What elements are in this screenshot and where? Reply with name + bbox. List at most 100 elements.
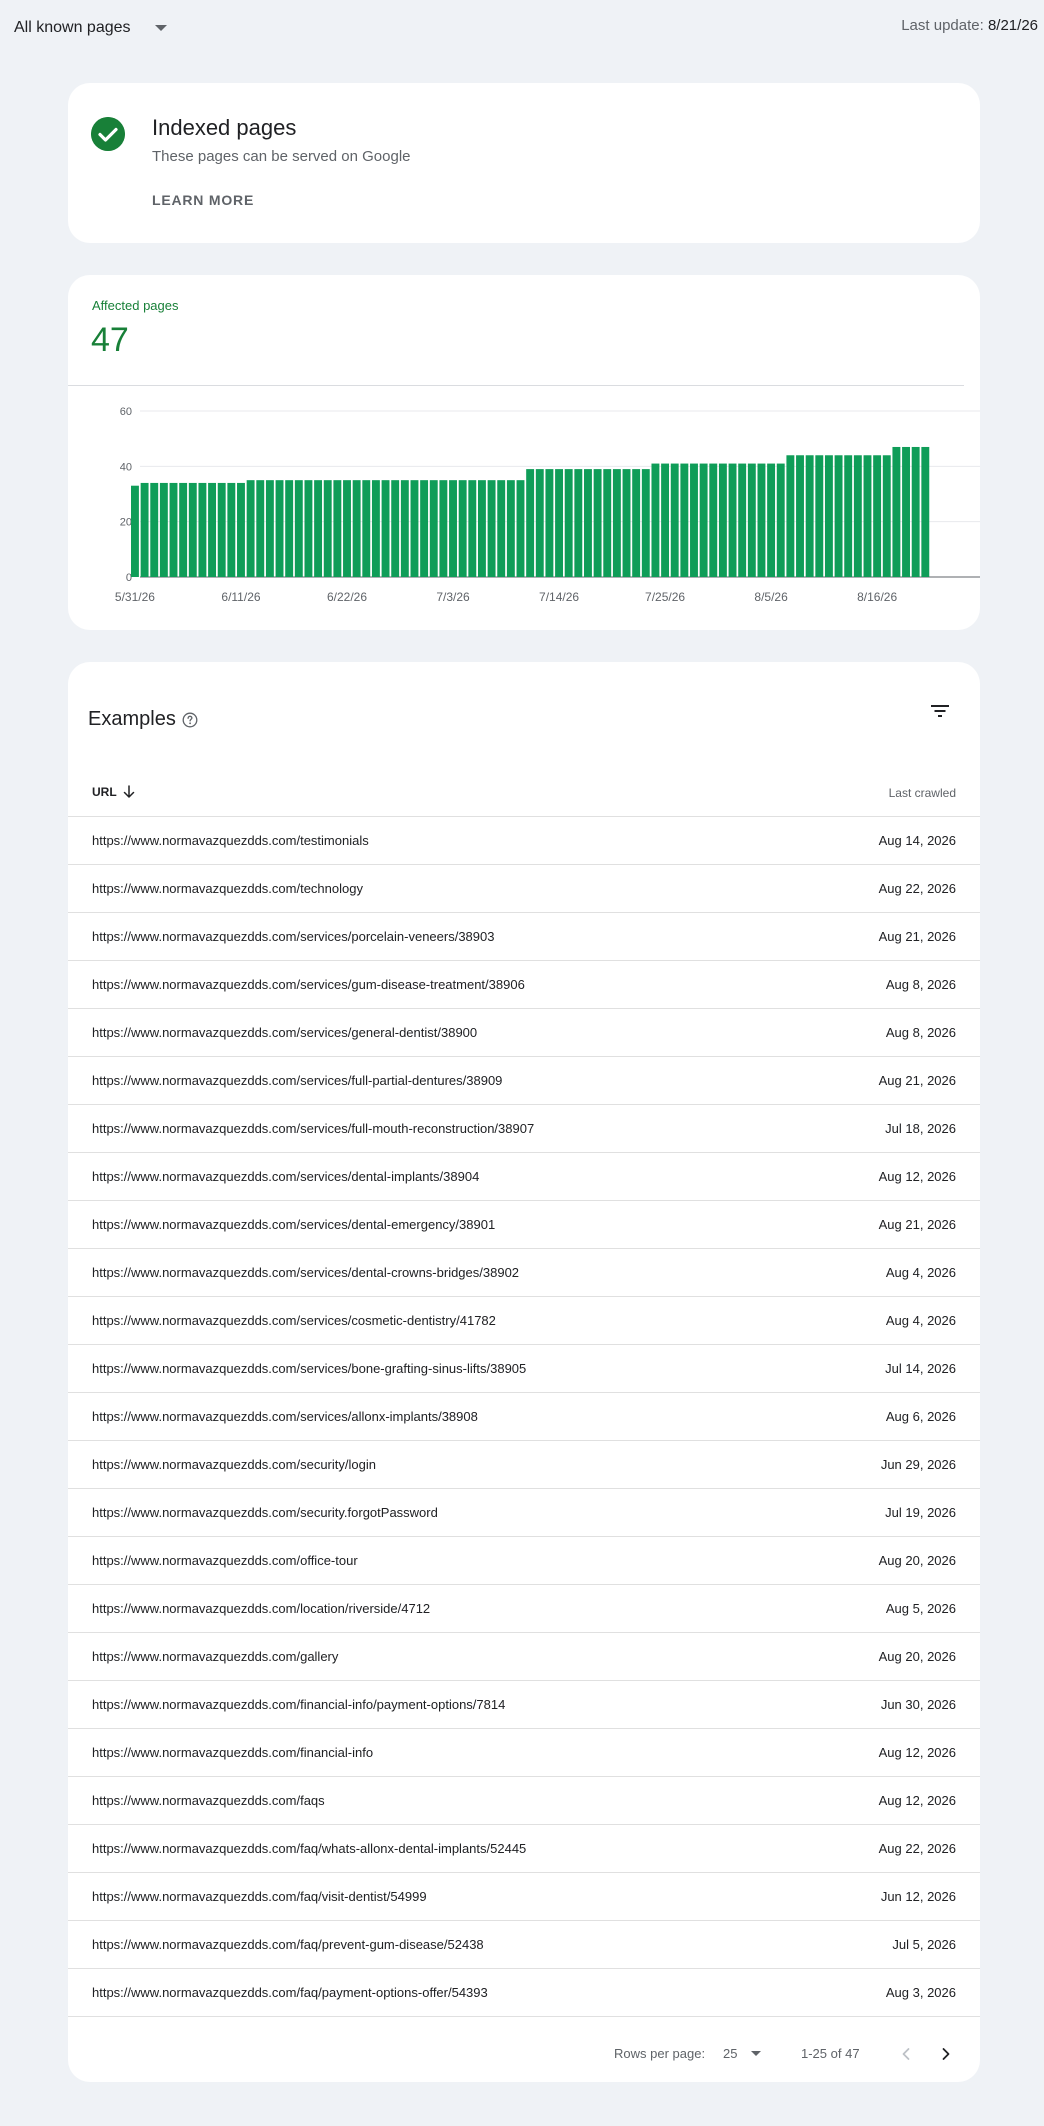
row-last-crawled: Aug 12, 2026 [878, 1793, 956, 1808]
chart-bar [747, 463, 756, 577]
chart-bar [458, 480, 467, 577]
affected-pages-count: 47 [91, 321, 129, 359]
row-url: https://www.normavazquezdds.com/gallery [92, 1649, 339, 1664]
row-last-crawled: Aug 22, 2026 [878, 881, 956, 896]
row-url: https://www.normavazquezdds.com/technolo… [92, 881, 363, 896]
table-row[interactable]: https://www.normavazquezdds.com/financia… [68, 1681, 980, 1729]
examples-table-body: https://www.normavazquezdds.com/testimon… [68, 817, 980, 2017]
last-crawled-column-header[interactable]: Last crawled [889, 786, 956, 800]
table-row[interactable]: https://www.normavazquezdds.com/services… [68, 1393, 980, 1441]
chart-bar [632, 469, 641, 577]
chevron-left-icon[interactable] [894, 2042, 918, 2066]
chart-bar [449, 480, 457, 577]
url-column-label: URL [92, 785, 117, 799]
row-url: https://www.normavazquezdds.com/services… [92, 1169, 480, 1184]
url-column-header[interactable]: URL [92, 785, 135, 799]
table-row[interactable]: https://www.normavazquezdds.com/security… [68, 1441, 980, 1489]
chevron-right-icon[interactable] [934, 2042, 958, 2066]
table-row[interactable]: https://www.normavazquezdds.com/services… [68, 1009, 980, 1057]
chart-bar [208, 482, 217, 577]
chart-bar [612, 469, 621, 577]
row-url: https://www.normavazquezdds.com/location… [92, 1601, 431, 1616]
x-tick-label: 7/3/26 [436, 590, 470, 604]
chart-bar [603, 469, 612, 577]
chart-bar [188, 482, 197, 577]
chart-bar [150, 482, 159, 577]
table-row[interactable]: https://www.normavazquezdds.com/services… [68, 961, 980, 1009]
table-row[interactable]: https://www.normavazquezdds.com/faq/paym… [68, 1969, 980, 2017]
row-last-crawled: Aug 20, 2026 [878, 1553, 956, 1568]
row-last-crawled: Jun 12, 2026 [880, 1889, 956, 1904]
chart-bar [853, 455, 862, 577]
rows-per-page-select[interactable]: 25 [723, 2046, 762, 2061]
chart-bar [873, 455, 882, 577]
table-row[interactable]: https://www.normavazquezdds.com/services… [68, 1201, 980, 1249]
chart-bar [159, 482, 168, 577]
chart-bar [564, 469, 573, 577]
table-row[interactable]: https://www.normavazquezdds.com/gallery A… [68, 1633, 980, 1681]
affected-pages-chart: 02040605/31/26 6/11/26 6/22/26 7/3/26 7/14/2… [115, 406, 980, 604]
table-row[interactable]: https://www.normavazquezdds.com/services… [68, 1105, 980, 1153]
table-row[interactable]: https://www.normavazquezdds.com/faq/visi… [68, 1873, 980, 1921]
chart-bar [140, 482, 149, 577]
chart-bar [169, 482, 178, 577]
table-row[interactable]: https://www.normavazquezdds.com/security… [68, 1489, 980, 1537]
table-row[interactable]: https://www.normavazquezdds.com/services… [68, 1153, 980, 1201]
chart-bar [468, 480, 477, 577]
chart-bar [352, 480, 361, 577]
chart-bar [921, 446, 930, 577]
table-row[interactable]: https://www.normavazquezdds.com/services… [68, 1297, 980, 1345]
row-last-crawled: Aug 12, 2026 [878, 1169, 956, 1184]
top-bar: All known pages Last update: 8/21/26 [0, 0, 1044, 56]
table-row[interactable]: https://www.normavazquezdds.com/testimon… [68, 817, 980, 865]
chart-bar [410, 480, 419, 577]
row-url: https://www.normavazquezdds.com/services… [92, 929, 495, 944]
row-last-crawled: Jun 29, 2026 [880, 1457, 956, 1472]
arrow-down-icon [123, 785, 134, 798]
chart-bar [497, 480, 506, 577]
affected-pages-label: Affected pages [92, 298, 179, 313]
table-row[interactable]: https://www.normavazquezdds.com/services… [68, 1345, 980, 1393]
chart-bar [661, 463, 670, 577]
rows-per-page-value: 25 [723, 2046, 738, 2061]
table-row[interactable]: https://www.normavazquezdds.com/services… [68, 1249, 980, 1297]
table-row[interactable]: https://www.normavazquezdds.com/faq/prev… [68, 1921, 980, 1969]
chart-bar [892, 446, 901, 577]
table-row[interactable]: https://www.normavazquezdds.com/technolo… [68, 865, 980, 913]
table-row[interactable]: https://www.normavazquezdds.com/services… [68, 1057, 980, 1105]
chart-bar [294, 480, 303, 577]
chart-bar [246, 480, 255, 577]
row-url: https://www.normavazquezdds.com/security… [92, 1457, 376, 1472]
chart-bar [670, 463, 679, 577]
table-row[interactable]: https://www.normavazquezdds.com/financia… [68, 1729, 980, 1777]
help-circle-icon[interactable] [182, 712, 198, 728]
chart-bar [863, 455, 872, 577]
y-tick-label: 60 [120, 406, 132, 418]
table-row[interactable]: https://www.normavazquezdds.com/office-t… [68, 1537, 980, 1585]
chart-bar [584, 469, 592, 577]
row-url: https://www.normavazquezdds.com/services… [92, 1073, 503, 1088]
chart-bar [535, 469, 544, 577]
learn-more-link[interactable]: LEARN MORE [152, 192, 254, 208]
row-last-crawled: Aug 6, 2026 [885, 1409, 956, 1424]
pages-filter-dropdown[interactable]: All known pages [14, 14, 167, 42]
row-last-crawled: Aug 12, 2026 [878, 1745, 956, 1760]
row-url: https://www.normavazquezdds.com/faqs [92, 1793, 325, 1808]
y-tick-label: 40 [120, 461, 132, 473]
chart-bar [805, 455, 814, 577]
chart-bar [728, 463, 737, 577]
chart-bar [256, 480, 265, 577]
chart-bar [371, 480, 380, 577]
affected-pages-card: Affected pages 47 0 20 40 60 5/31/26 6/11/26 6… [68, 275, 980, 630]
table-row[interactable]: https://www.normavazquezdds.com/faq/what… [68, 1825, 980, 1873]
x-tick-label: 6/22/26 [327, 590, 367, 604]
table-row[interactable]: https://www.normavazquezdds.com/services… [68, 913, 980, 961]
status-title: Indexed pages [152, 115, 297, 140]
table-row[interactable]: https://www.normavazquezdds.com/faqs Aug … [68, 1777, 980, 1825]
table-row[interactable]: https://www.normavazquezdds.com/location… [68, 1585, 980, 1633]
filter-icon[interactable] [930, 703, 950, 719]
row-url: https://www.normavazquezdds.com/services… [92, 1121, 535, 1136]
row-last-crawled: Jul 18, 2026 [885, 1121, 956, 1136]
chart-bar [690, 463, 698, 577]
chart-bar [824, 455, 833, 577]
